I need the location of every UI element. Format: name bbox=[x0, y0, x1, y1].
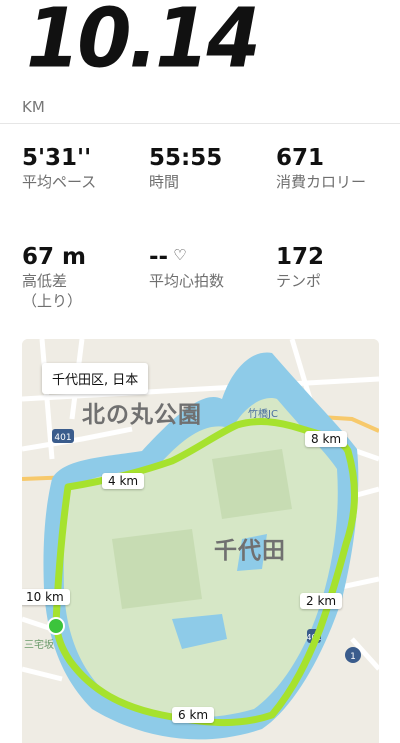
stat-value-wrap: -- ♡ bbox=[149, 244, 249, 270]
stat-elevation-gain: 67 m 高低差（上り） bbox=[22, 244, 92, 311]
road-badge-401-a: 401 bbox=[52, 429, 74, 443]
stat-label: 時間 bbox=[149, 173, 180, 192]
km-marker-2: 2 km bbox=[300, 593, 343, 609]
divider bbox=[0, 123, 400, 124]
stat-label: 消費カロリー bbox=[276, 173, 367, 192]
stat-avg-pace: 5'31'' 平均ペース bbox=[22, 145, 122, 193]
stat-avg-heart-rate: -- ♡ 平均心拍数 bbox=[149, 244, 249, 292]
km-marker-4: 4 km bbox=[102, 473, 145, 489]
km-marker-6: 6 km bbox=[172, 707, 215, 723]
svg-text:401: 401 bbox=[54, 433, 71, 443]
stat-label: 平均心拍数 bbox=[149, 272, 225, 291]
stat-value: 172 bbox=[276, 244, 325, 270]
park-patch bbox=[212, 449, 292, 519]
park-patch bbox=[112, 529, 202, 609]
stat-value: 67 m bbox=[22, 244, 86, 270]
distance-value: 10.14 bbox=[26, 0, 261, 87]
stat-label: 高低差（上り） bbox=[22, 272, 83, 310]
km-marker-8: 8 km bbox=[305, 431, 348, 447]
stat-calories: 671 消費カロリー bbox=[276, 145, 376, 193]
distance-unit: KM bbox=[22, 98, 45, 116]
stat-value: -- bbox=[149, 244, 169, 270]
stat-value: 55:55 bbox=[149, 145, 223, 171]
route-map[interactable]: 401 401 1 千代田区, 日本 北の丸公園 千代田 竹橋JC 三宅坂 8 … bbox=[22, 339, 379, 743]
heart-icon: ♡ bbox=[173, 246, 187, 264]
km-marker-10: 10 km bbox=[22, 589, 70, 605]
place-kitanomaru-park: 北の丸公園 bbox=[82, 402, 202, 428]
stat-label: 平均ペース bbox=[22, 173, 97, 192]
road-badge-1: 1 bbox=[345, 647, 361, 663]
place-takebashi-jc: 竹橋JC bbox=[248, 409, 278, 420]
start-marker bbox=[47, 617, 65, 635]
place-miyakezaka: 三宅坂 bbox=[24, 640, 54, 651]
svg-text:1: 1 bbox=[350, 652, 356, 662]
stat-value: 5'31'' bbox=[22, 145, 92, 171]
stat-value: 671 bbox=[276, 145, 325, 171]
stat-cadence: 172 テンポ bbox=[276, 244, 376, 292]
location-callout: 千代田区, 日本 bbox=[42, 363, 149, 394]
place-chiyoda: 千代田 bbox=[214, 538, 286, 564]
stat-duration: 55:55 時間 bbox=[149, 145, 249, 193]
stat-label: テンポ bbox=[276, 272, 322, 291]
